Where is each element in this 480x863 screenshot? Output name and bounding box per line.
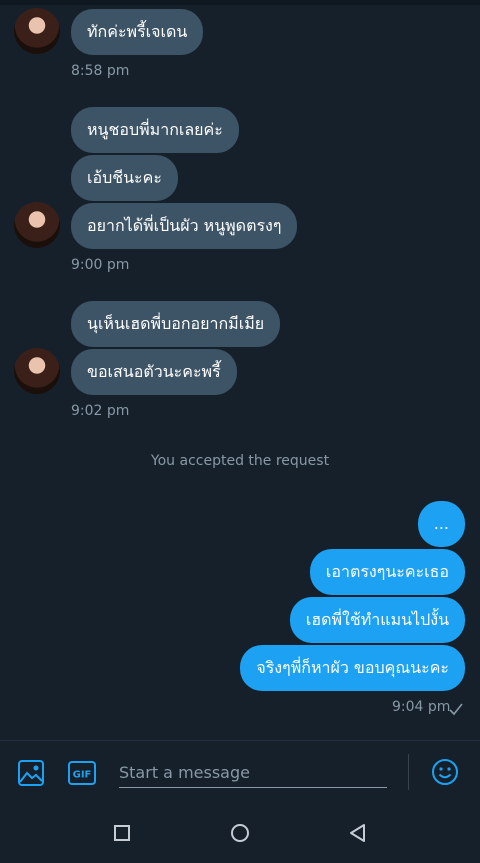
timestamp: 9:04 pm [392, 699, 451, 715]
avatar[interactable] [14, 8, 60, 54]
incoming-message[interactable]: อยากได้พี่เป็นผัว หนูพูดตรงๆ [71, 203, 298, 249]
incoming-message[interactable]: ทักค่ะพรี้เจเดน [71, 9, 204, 55]
timestamp: 8:58 pm [71, 63, 130, 79]
incoming-message[interactable]: ขอเสนอตัวนะคะพรี้ [71, 349, 237, 395]
checkmark-icon [449, 703, 463, 716]
status-bar-edge [0, 0, 480, 5]
system-nav-bar [0, 802, 480, 863]
home-icon[interactable] [227, 820, 253, 846]
avatar[interactable] [14, 202, 60, 248]
system-notice: You accepted the request [150, 453, 330, 469]
incoming-message[interactable]: เอ้บชีนะคะ [71, 155, 178, 201]
message-input[interactable] [119, 757, 387, 788]
recents-icon[interactable] [109, 820, 135, 846]
back-icon[interactable] [345, 820, 371, 846]
timestamp: 9:00 pm [71, 257, 130, 273]
incoming-message[interactable]: หนูชอบพี่มากเลยค่ะ [71, 107, 239, 153]
avatar[interactable] [14, 348, 60, 394]
outgoing-message[interactable]: เอาตรงๆนะคะเธอ [309, 549, 465, 595]
gif-icon[interactable]: GIF [68, 759, 96, 787]
outgoing-message[interactable]: จริงๆพี่ก็หาผัว ขอบคุณนะคะ [240, 645, 465, 691]
gif-label: GIF [73, 770, 92, 781]
outgoing-message[interactable]: เฮดพี่ใช้ทำแมนไปงั้น [289, 597, 465, 643]
emoji-icon[interactable] [430, 757, 460, 787]
composer-divider [408, 754, 409, 790]
timestamp: 9:02 pm [71, 403, 130, 419]
image-icon[interactable] [17, 759, 45, 787]
incoming-message[interactable]: นุเห็นเฮดพี่บอกอยากมีเมีย [71, 301, 281, 347]
outgoing-message[interactable]: ... [417, 501, 465, 547]
